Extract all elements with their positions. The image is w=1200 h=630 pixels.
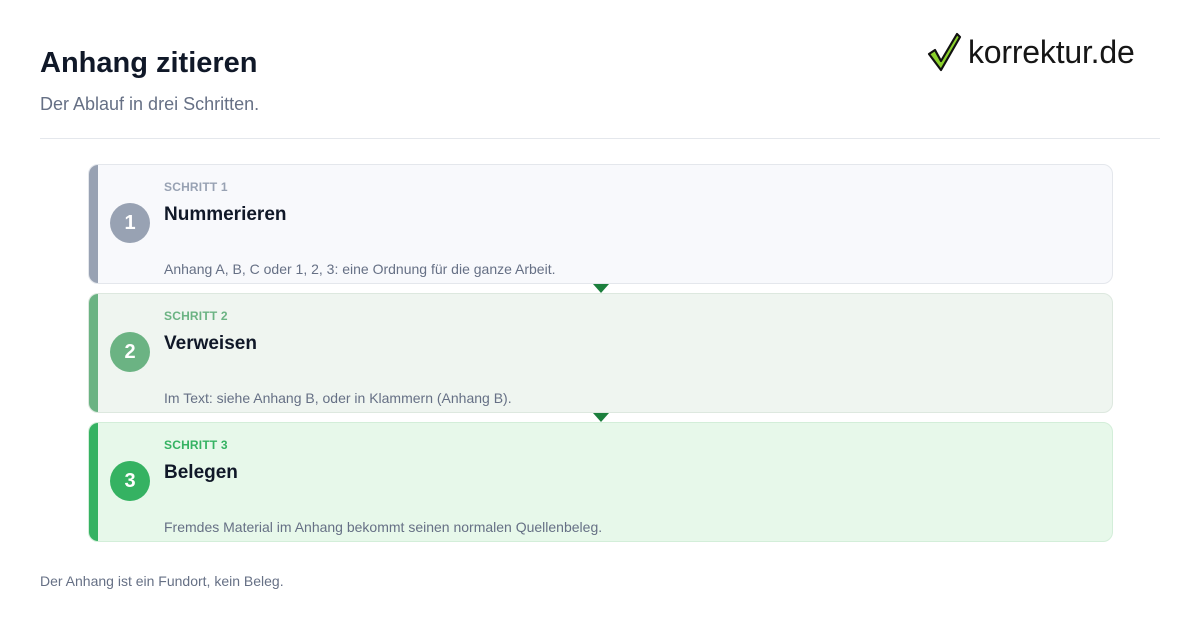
step-accent-bar: [89, 423, 98, 541]
step-description: Im Text: siehe Anhang B, oder in Klammer…: [164, 390, 512, 406]
page-title: Anhang zitieren: [40, 47, 258, 79]
step-kicker: SCHRITT 1: [164, 180, 228, 194]
steps-flow: 1 SCHRITT 1 Nummerieren Anhang A, B, C o…: [88, 164, 1113, 544]
step-card-1: 1 SCHRITT 1 Nummerieren Anhang A, B, C o…: [88, 164, 1113, 284]
step-title: Verweisen: [164, 333, 257, 354]
arrow-down-icon: [593, 284, 609, 293]
step-kicker: SCHRITT 3: [164, 438, 228, 452]
step-card-2: 2 SCHRITT 2 Verweisen Im Text: siehe Anh…: [88, 293, 1113, 413]
step-kicker: SCHRITT 2: [164, 309, 228, 323]
step-title: Nummerieren: [164, 204, 287, 225]
logo-wordmark: korrektur.de: [968, 34, 1135, 70]
checkmark-icon: [927, 32, 962, 72]
step-description: Fremdes Material im Anhang bekommt seine…: [164, 519, 603, 535]
step-number-badge: 1: [110, 203, 150, 243]
logo[interactable]: korrektur.de: [926, 30, 1135, 74]
page-subtitle: Der Ablauf in drei Schritten.: [40, 94, 260, 114]
step-accent-bar: [89, 294, 98, 412]
step-title: Belegen: [164, 462, 238, 483]
footnote: Der Anhang ist ein Fundort, kein Beleg.: [40, 573, 284, 589]
step-card-3: 3 SCHRITT 3 Belegen Fremdes Material im …: [88, 422, 1113, 542]
arrow-down-icon: [593, 413, 609, 422]
step-number-badge: 3: [110, 461, 150, 501]
header-divider: [40, 138, 1160, 139]
step-accent-bar: [89, 165, 98, 283]
step-description: Anhang A, B, C oder 1, 2, 3: eine Ordnun…: [164, 261, 556, 277]
step-number-badge: 2: [110, 332, 150, 372]
